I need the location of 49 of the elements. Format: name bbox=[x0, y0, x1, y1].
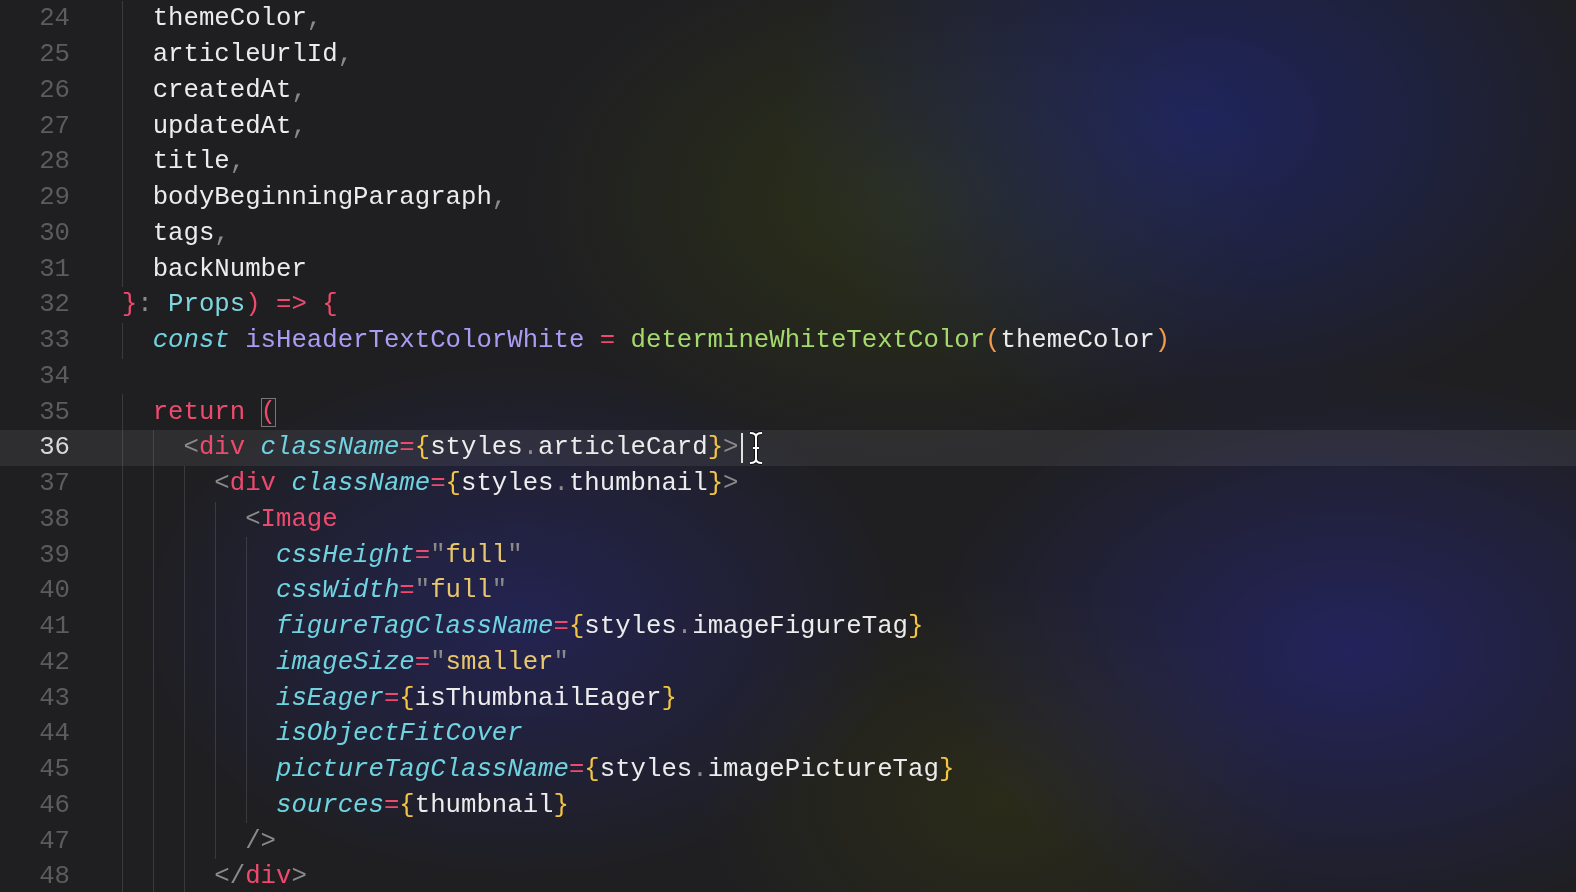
line-number: 47 bbox=[38, 826, 70, 856]
line-number: 41 bbox=[38, 612, 70, 642]
code-line: }: Props) => { bbox=[120, 290, 338, 320]
line-number: 26 bbox=[38, 75, 70, 105]
line-number: 24 bbox=[38, 4, 70, 34]
code-line: figureTagClassName={styles.imageFigureTag} bbox=[274, 612, 924, 642]
code-line: tags, bbox=[151, 218, 230, 248]
line-number: 36 bbox=[38, 433, 70, 463]
line-number: 40 bbox=[38, 576, 70, 606]
code-line: themeColor, bbox=[151, 4, 323, 34]
line-number: 30 bbox=[38, 218, 70, 248]
line-number: 39 bbox=[38, 540, 70, 570]
line-number: 32 bbox=[38, 290, 70, 320]
code-line: title, bbox=[151, 147, 246, 177]
line-number: 44 bbox=[38, 719, 70, 749]
code-line: </div> bbox=[213, 862, 307, 892]
line-number: 29 bbox=[38, 183, 70, 213]
code-line: <Image bbox=[244, 504, 338, 534]
code-line: pictureTagClassName={styles.imagePictureTag} bbox=[274, 755, 955, 785]
code-line: cssWidth="full" bbox=[274, 576, 508, 606]
code-line: cssHeight="full" bbox=[274, 540, 523, 570]
code-line: const isHeaderTextColorWhite = determineWhiteTextColor(themeColor) bbox=[151, 326, 1171, 356]
code-line: updatedAt, bbox=[151, 111, 307, 141]
line-number: 35 bbox=[38, 397, 70, 427]
code-line: isObjectFitCover bbox=[274, 719, 523, 749]
code-line: <div className={styles.thumbnail}> bbox=[213, 469, 739, 499]
code-line: return ( bbox=[151, 397, 276, 427]
line-number: 37 bbox=[38, 469, 70, 499]
line-number: 45 bbox=[38, 755, 70, 785]
line-number: 46 bbox=[38, 790, 70, 820]
code-line: sources={thumbnail} bbox=[274, 790, 569, 820]
line-number: 31 bbox=[38, 254, 70, 284]
code-line: isEager={isThumbnailEager} bbox=[274, 683, 677, 713]
code-line: /> bbox=[244, 826, 276, 856]
code-line: <div className={styles.articleCard}> bbox=[182, 433, 739, 463]
line-number: 42 bbox=[38, 647, 70, 677]
line-number: 43 bbox=[38, 683, 70, 713]
line-number: 34 bbox=[38, 361, 70, 391]
line-number: 48 bbox=[38, 862, 70, 892]
line-number: 28 bbox=[38, 147, 70, 177]
line-number: 25 bbox=[38, 40, 70, 70]
code-line: imageSize="smaller" bbox=[274, 647, 569, 677]
code-line: backNumber bbox=[151, 254, 307, 284]
code-line: articleUrlId, bbox=[151, 40, 354, 70]
code-line: bodyBeginningParagraph, bbox=[151, 183, 508, 213]
line-number: 27 bbox=[38, 111, 70, 141]
line-number: 33 bbox=[38, 326, 70, 356]
line-number: 38 bbox=[38, 504, 70, 534]
code-line: createdAt, bbox=[151, 75, 307, 105]
